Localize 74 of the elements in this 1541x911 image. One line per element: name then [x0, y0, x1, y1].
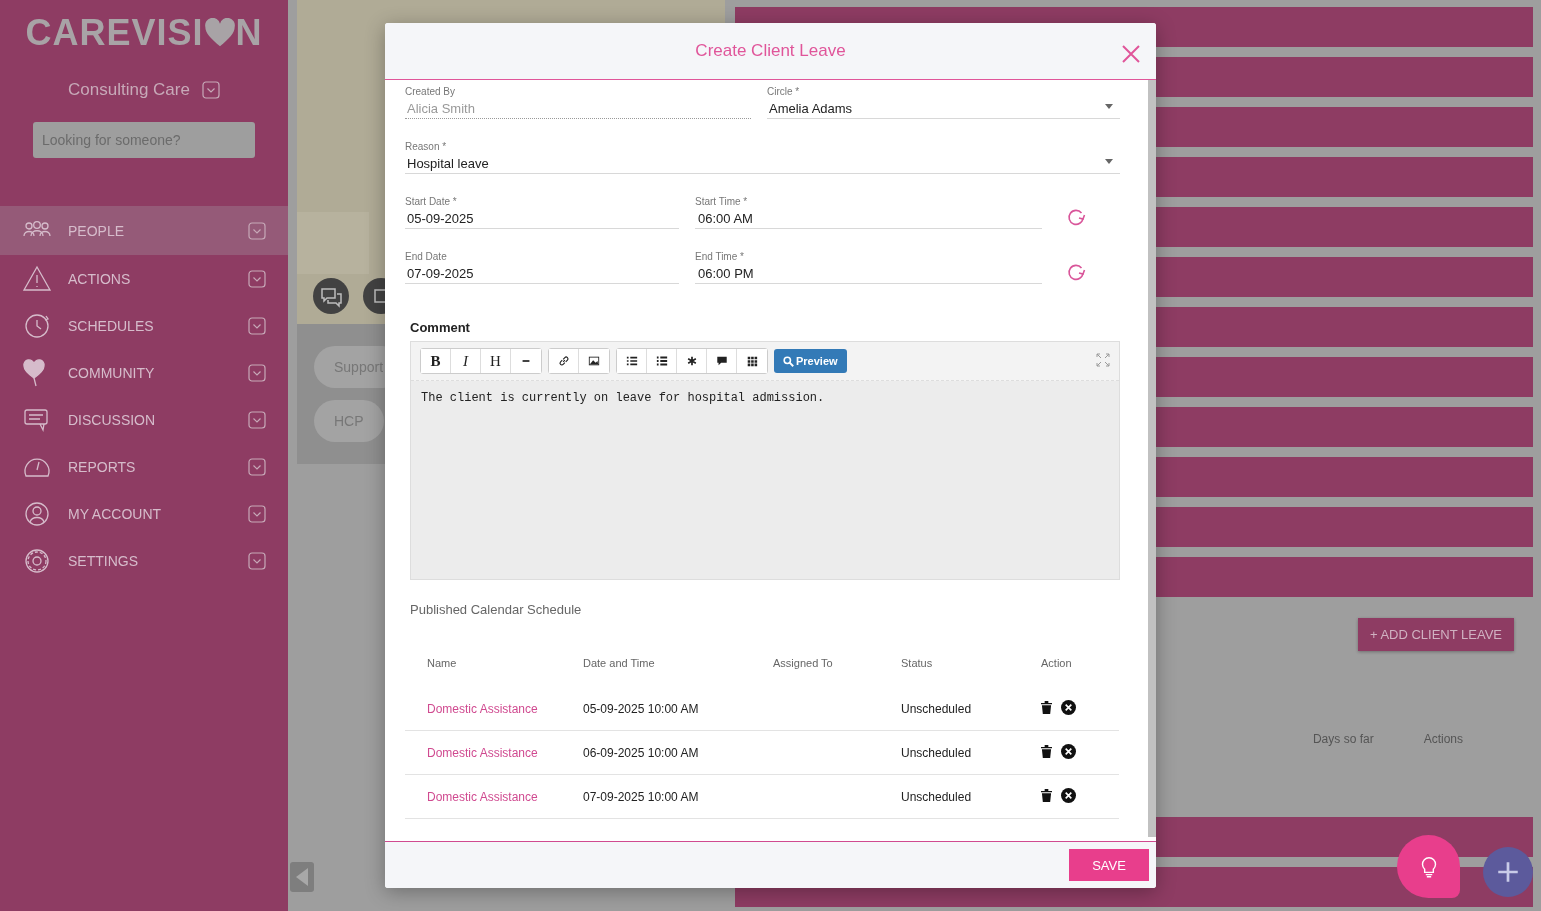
chevron-icon[interactable] — [248, 504, 266, 523]
plus-icon — [1495, 859, 1521, 885]
nav-item[interactable]: MY ACCOUNT — [0, 490, 288, 537]
link-icon — [557, 355, 570, 367]
cancel-icon[interactable] — [1061, 744, 1076, 759]
time-field[interactable]: Start Time * 06:00 AM — [695, 196, 1042, 229]
link-button[interactable] — [549, 349, 579, 373]
search-icon — [783, 355, 794, 367]
chat-icon[interactable] — [313, 278, 349, 314]
nav-item[interactable]: REPORTS — [0, 443, 288, 490]
logo: CAREVISI N — [25, 12, 263, 54]
section-title: Published Calendar Schedule — [410, 602, 583, 617]
comment-icon — [715, 355, 728, 367]
cancel-icon[interactable] — [1061, 700, 1076, 715]
created-by-field: Created By Alicia Smith — [405, 86, 751, 119]
organization-name[interactable]: Consulting Care — [68, 80, 190, 100]
nav-item[interactable]: ACTIONS — [0, 255, 288, 302]
chevron-icon[interactable] — [248, 269, 266, 288]
chevron-icon[interactable] — [248, 363, 266, 382]
service-link[interactable]: Domestic Assistance — [427, 789, 538, 804]
comment-text: The client is currently on leave for hospital admission. — [421, 391, 825, 405]
refresh-icon[interactable] — [1066, 207, 1086, 227]
date-field[interactable]: End Date 07-09-2025 — [405, 251, 679, 284]
date-field[interactable]: Start Date * 05-09-2025 — [405, 196, 679, 229]
cancel-icon[interactable] — [1061, 788, 1076, 803]
table-cell: Unscheduled — [901, 774, 1041, 819]
asterisk-icon — [685, 355, 698, 367]
service-link[interactable]: Domestic Assistance — [427, 745, 538, 760]
comment-label: Comment — [410, 320, 471, 335]
column-header: Status — [901, 657, 1041, 687]
column-header: Action — [1041, 657, 1073, 671]
comment-field[interactable]: The client is currently on leave for hospital admission. — [411, 381, 1119, 579]
nav-item[interactable]: SCHEDULES — [0, 302, 288, 349]
table-cell: 07-09-2025 10:00 AM — [583, 774, 773, 819]
refresh-icon[interactable] — [1066, 262, 1086, 282]
nav-item[interactable]: SETTINGS — [0, 537, 288, 584]
ordered-button[interactable] — [617, 349, 647, 373]
column-header: Assigned To — [773, 657, 901, 687]
reason-select[interactable]: Reason * Hospital leave — [405, 141, 1120, 174]
chevron-icon[interactable] — [248, 221, 266, 240]
table-cell: Unscheduled — [901, 730, 1041, 775]
delete-icon[interactable] — [1041, 789, 1052, 802]
save-button[interactable]: SAVE — [1069, 849, 1149, 881]
nav-item[interactable]: PEOPLE — [0, 206, 288, 255]
unordered-icon — [655, 355, 668, 367]
nav-item[interactable]: COMMUNITY — [0, 349, 288, 396]
preview-button[interactable]: Preview — [774, 349, 847, 373]
service-link[interactable]: Domestic Assistance — [427, 701, 538, 716]
nav-item[interactable]: DISCUSSION — [0, 396, 288, 443]
column-header: Name — [405, 657, 583, 687]
delete-icon[interactable] — [1041, 745, 1052, 758]
table-icon — [746, 355, 758, 367]
bold-button[interactable]: B — [421, 349, 451, 373]
chevron-icon[interactable] — [248, 410, 266, 429]
table-cell: 05-09-2025 10:00 AM — [583, 687, 773, 731]
add-client-leave-button[interactable]: + ADD CLIENT LEAVE — [1357, 618, 1514, 651]
column-header: Date and Time — [583, 657, 773, 687]
chevron-icon[interactable] — [201, 81, 220, 99]
image-icon — [588, 355, 600, 367]
delete-icon[interactable] — [1041, 701, 1052, 714]
column-header: Days so far — [1312, 732, 1374, 746]
close-icon[interactable] — [1121, 44, 1141, 64]
circle-select[interactable]: Circle * Amelia Adams — [767, 86, 1120, 119]
table-cell: Unscheduled — [901, 687, 1041, 731]
column-header: Actions — [1423, 732, 1463, 746]
chevron-icon[interactable] — [248, 551, 266, 570]
dialog-title: Create Client Leave — [695, 41, 846, 61]
chevron-icon[interactable] — [248, 457, 266, 476]
scrollbar[interactable] — [1148, 80, 1156, 837]
fullscreen-icon[interactable] — [1096, 353, 1110, 367]
time-field[interactable]: End Time * 06:00 PM — [695, 251, 1042, 284]
chevron-icon[interactable] — [248, 316, 266, 335]
table-cell: 06-09-2025 10:00 AM — [583, 730, 773, 775]
ordered-icon — [625, 355, 638, 367]
